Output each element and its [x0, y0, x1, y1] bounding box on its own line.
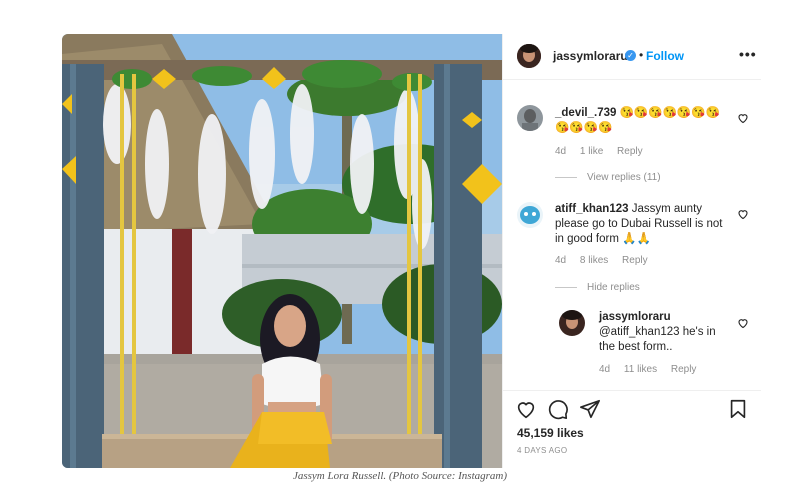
comment-time: 4d	[555, 255, 567, 266]
post-actions: 45,159 likes 4 DAYS AGO	[503, 390, 761, 468]
reply-text: jassymloraru @atiff_khan123 he's in the …	[599, 310, 731, 355]
post-header: jassymloraru ✓ • Follow •••	[503, 34, 761, 80]
comment-meta: 4d 8 likes Reply	[555, 255, 659, 266]
more-options-icon[interactable]: •••	[739, 46, 757, 62]
comment-text: _devil_.739 😘😘😘😘😘😘😘😘😘😘😘	[555, 106, 731, 136]
like-count[interactable]: 45,159 likes	[517, 426, 584, 440]
replies-divider-line	[555, 286, 577, 288]
comment-reply-button[interactable]: Reply	[617, 146, 643, 157]
reply-author-avatar[interactable]	[559, 310, 585, 336]
swing-photo-illustration	[62, 34, 502, 468]
author-avatar-image	[517, 44, 541, 68]
save-bookmark-icon[interactable]	[727, 398, 749, 420]
post-photo[interactable]	[62, 34, 502, 468]
view-replies-toggle[interactable]: View replies (11)	[555, 172, 661, 183]
separator-dot: •	[639, 48, 644, 62]
reply-reply-button[interactable]: Reply	[671, 364, 697, 375]
follow-button[interactable]: Follow	[646, 49, 684, 63]
commenter-avatar-image	[517, 105, 543, 131]
like-heart-icon[interactable]	[515, 398, 537, 420]
comment-like-count[interactable]: 1 like	[580, 146, 603, 157]
commenter-avatar[interactable]	[517, 105, 543, 131]
reply-body: @atiff_khan123 he's in the best form..	[599, 326, 716, 353]
comment-reply-button[interactable]: Reply	[622, 255, 648, 266]
comment-like-count[interactable]: 8 likes	[580, 255, 608, 266]
reply-author-avatar-image	[559, 310, 585, 336]
commenter-avatar-image	[517, 202, 543, 228]
reply-like-count[interactable]: 11 likes	[624, 364, 657, 375]
verified-badge-icon: ✓	[625, 50, 636, 61]
comment-bubble-icon[interactable]	[547, 398, 569, 420]
comment-like-heart-icon[interactable]	[737, 112, 749, 124]
hide-replies-label[interactable]: Hide replies	[587, 282, 640, 293]
comment-like-heart-icon[interactable]	[737, 208, 749, 220]
hide-replies-toggle[interactable]: Hide replies	[555, 282, 640, 293]
post-timestamp: 4 DAYS AGO	[517, 446, 568, 455]
comment-username[interactable]: _devil_.739	[555, 107, 616, 119]
reply-meta: 4d 11 likes Reply	[599, 364, 707, 375]
instagram-post: jassymloraru ✓ • Follow ••• _devil_.739 …	[62, 34, 761, 468]
comment-time: 4d	[555, 146, 567, 157]
author-avatar[interactable]	[517, 44, 541, 68]
reply-like-heart-icon[interactable]	[737, 317, 749, 329]
author-username[interactable]: jassymloraru	[553, 49, 628, 63]
reply-username[interactable]: jassymloraru	[599, 311, 671, 323]
view-replies-label[interactable]: View replies (11)	[587, 172, 661, 183]
reply-time: 4d	[599, 364, 611, 375]
commenter-avatar[interactable]	[517, 202, 543, 228]
comments-sidebar: jassymloraru ✓ • Follow ••• _devil_.739 …	[502, 34, 761, 468]
photo-caption: Jassym Lora Russell. (Photo Source: Inst…	[292, 470, 508, 482]
comment-text: atiff_khan123 Jassym aunty please go to …	[555, 202, 731, 247]
comment-meta: 4d 1 like Reply	[555, 146, 654, 157]
comment-username[interactable]: atiff_khan123	[555, 203, 629, 215]
share-paper-plane-icon[interactable]	[579, 398, 601, 420]
replies-divider-line	[555, 176, 577, 178]
